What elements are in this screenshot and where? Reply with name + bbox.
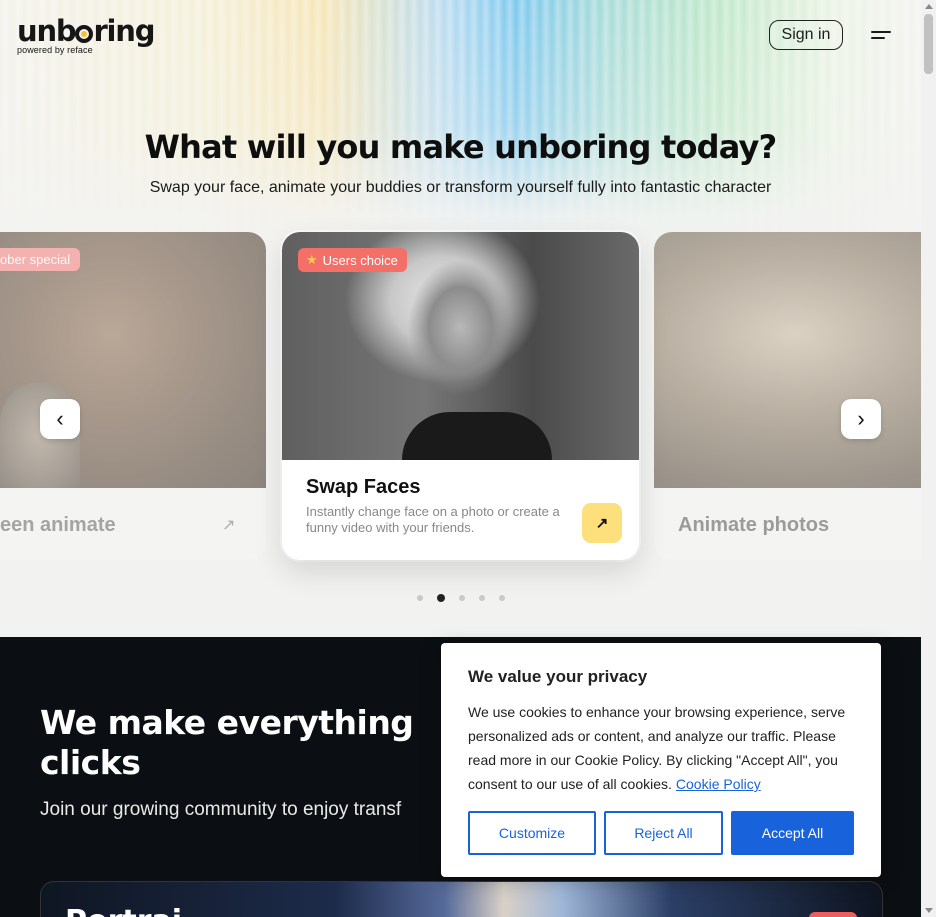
scrollbar-thumb[interactable] xyxy=(924,14,933,74)
pagination-dot[interactable] xyxy=(499,595,505,601)
headline-line-1: We make everything xyxy=(40,703,414,742)
carousel-pagination xyxy=(417,594,505,602)
carousel-card-active[interactable]: ★ Users choice Swap Faces Instantly chan… xyxy=(282,232,639,560)
carousel-card-next[interactable]: Animate photos xyxy=(654,232,921,560)
cookie-title: We value your privacy xyxy=(468,667,648,686)
cookie-policy-link[interactable]: Cookie Policy xyxy=(676,776,761,792)
users-choice-badge: ★ Users choice xyxy=(298,248,407,272)
accept-all-button[interactable]: Accept All xyxy=(731,811,854,855)
hero-title: What will you make unboring today? xyxy=(144,128,778,166)
headline-line-2: clicks xyxy=(40,743,141,782)
card-image xyxy=(654,232,921,488)
card-description: Instantly change face on a photo or crea… xyxy=(306,504,560,535)
pagination-dot[interactable] xyxy=(417,595,423,601)
carousel-card-prev[interactable]: ober special een animate ↗ xyxy=(0,232,266,560)
pagination-dot-active[interactable] xyxy=(437,594,445,602)
badge-label: Users choice xyxy=(322,252,398,268)
pagination-dot[interactable] xyxy=(459,595,465,601)
promo-title: Portrai xyxy=(65,904,182,917)
hero-section: unb ring powered by reface Sign in What w… xyxy=(0,0,921,637)
scroll-down-icon[interactable] xyxy=(925,908,933,913)
sign-in-button[interactable]: Sign in xyxy=(769,20,843,50)
hamburger-menu-icon[interactable] xyxy=(871,31,891,43)
cookie-text: We use cookies to enhance your browsing … xyxy=(468,700,860,796)
customize-button[interactable]: Customize xyxy=(468,811,596,855)
arrow-up-right-icon[interactable]: ↗ xyxy=(582,503,622,543)
card-image-detail xyxy=(402,412,552,460)
cookie-body: We use cookies to enhance your browsing … xyxy=(468,704,846,792)
logo-wordmark: unb ring xyxy=(17,14,156,48)
pagination-dot[interactable] xyxy=(479,595,485,601)
promo-card[interactable]: Portrai xyxy=(40,881,883,917)
card-title: Animate photos xyxy=(678,514,830,536)
reject-all-button[interactable]: Reject All xyxy=(604,811,723,855)
section-subtitle: Join our growing community to enjoy tran… xyxy=(40,799,402,820)
page-scrollbar[interactable] xyxy=(921,0,936,917)
arrow-up-right-icon[interactable]: ↗ xyxy=(222,515,235,535)
carousel-prev-button[interactable]: ‹ xyxy=(40,399,80,439)
scroll-up-icon[interactable] xyxy=(925,4,933,9)
carousel-next-button[interactable]: › xyxy=(841,399,881,439)
star-icon: ★ xyxy=(306,252,318,267)
hero-subtitle: Swap your face, animate your buddies or … xyxy=(149,179,772,196)
card-title: Swap Faces xyxy=(306,476,421,498)
promo-badge xyxy=(809,912,857,917)
cookie-consent-dialog: We value your privacy We use cookies to … xyxy=(441,643,881,877)
logo[interactable]: unb ring powered by reface xyxy=(17,14,156,55)
card-badge: ober special xyxy=(0,248,81,271)
section-headline: We make everything clicks xyxy=(40,703,460,783)
card-title: een animate xyxy=(0,514,116,536)
